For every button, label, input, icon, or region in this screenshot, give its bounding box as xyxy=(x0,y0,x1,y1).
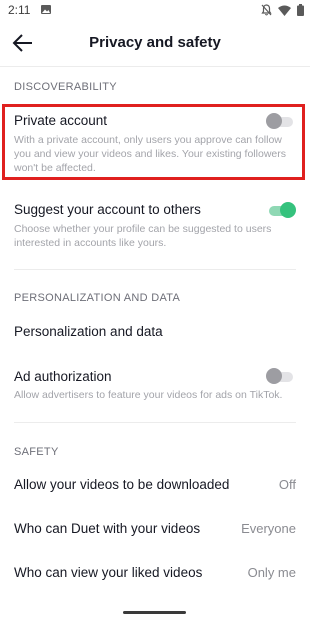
divider xyxy=(14,269,296,270)
app-bar: Privacy and safety xyxy=(0,20,310,67)
ad-authorization-toggle[interactable] xyxy=(266,367,296,385)
gesture-nav-handle[interactable] xyxy=(123,611,186,614)
status-time: 2:11 xyxy=(8,3,31,17)
status-icons xyxy=(261,4,304,16)
personalization-data-item[interactable]: Personalization and data xyxy=(14,324,163,339)
liked-videos-item[interactable]: Who can view your liked videos xyxy=(14,565,202,580)
page-title: Privacy and safety xyxy=(89,34,221,51)
bell-off-icon xyxy=(261,4,272,16)
ad-authorization-title[interactable]: Ad authorization xyxy=(14,369,112,384)
private-account-title[interactable]: Private account xyxy=(14,113,107,128)
toggle-knob xyxy=(280,202,296,218)
duet-setting-value: Everyone xyxy=(241,521,296,536)
section-header-discoverability: DISCOVERABILITY xyxy=(14,81,117,93)
private-account-description: With a private account, only users you a… xyxy=(14,134,286,174)
suggest-account-title[interactable]: Suggest your account to others xyxy=(14,202,201,217)
suggest-account-toggle[interactable] xyxy=(266,201,296,219)
status-bar: 2:11 xyxy=(0,0,310,20)
divider xyxy=(14,422,296,423)
toggle-knob xyxy=(266,368,282,384)
ad-authorization-description: Allow advertisers to feature your videos… xyxy=(14,389,283,401)
section-header-personalization: PERSONALIZATION AND DATA xyxy=(14,292,181,304)
toggle-knob xyxy=(266,113,282,129)
duet-setting-item[interactable]: Who can Duet with your videos xyxy=(14,521,200,536)
image-icon xyxy=(41,5,51,14)
allow-download-value: Off xyxy=(278,477,296,492)
wifi-icon xyxy=(278,5,291,16)
private-account-toggle[interactable] xyxy=(266,112,296,130)
allow-download-item[interactable]: Allow your videos to be downloaded xyxy=(14,477,229,492)
section-header-safety: SAFETY xyxy=(14,446,59,458)
liked-videos-value: Only me xyxy=(247,565,296,580)
battery-icon xyxy=(297,4,304,16)
suggest-account-description: Choose whether your profile can be sugge… xyxy=(14,223,272,249)
